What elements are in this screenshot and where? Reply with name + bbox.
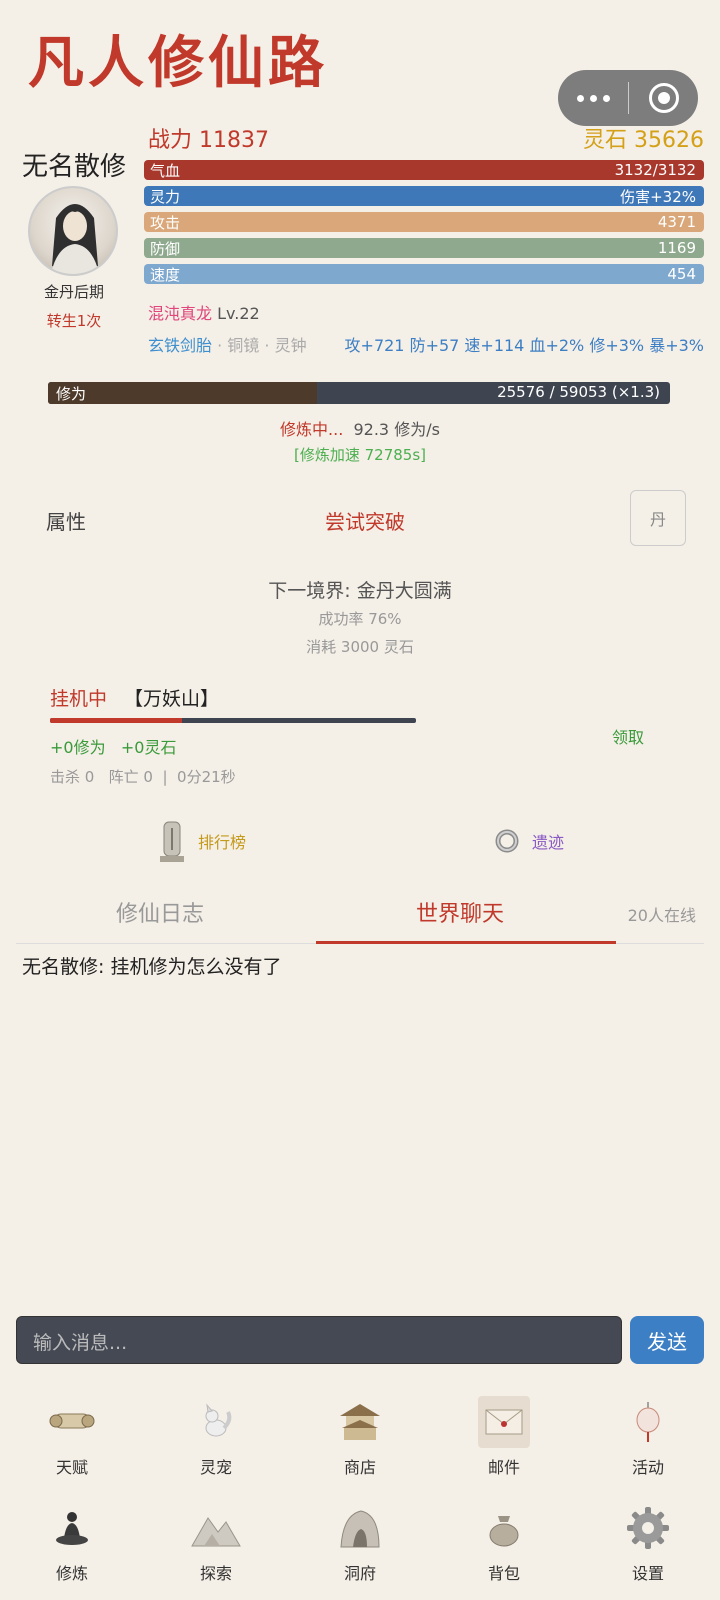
idle-gains: +0修为 +0灵石	[50, 734, 176, 758]
stat-value: 伤害+32%	[620, 187, 696, 206]
stat-value: 4371	[657, 213, 696, 231]
nav-label: 活动	[631, 1458, 664, 1477]
equipment-item: 玄铁剑胎	[148, 336, 213, 355]
stat-label: 速度	[150, 265, 181, 284]
cultivation-accel: [修炼加速 72785s]	[293, 446, 426, 464]
stat-bar-mana: 灵力 伤害+32%	[144, 186, 704, 206]
success-rate: 成功率 76%	[318, 610, 402, 628]
nav-shop[interactable]: 商店	[288, 1396, 432, 1478]
nav-label: 背包	[487, 1564, 520, 1583]
player-name: 无名散修	[21, 152, 126, 182]
cultivation-status: 修炼中... 92.3 修为/s	[0, 416, 720, 440]
equipment-item: 灵钟	[274, 336, 307, 355]
stat-bar-hp: 气血 3132/3132	[144, 160, 704, 180]
fox-icon	[190, 1396, 242, 1448]
stat-value: 3132/3132	[614, 161, 696, 179]
rebirth-count: 转生1次	[46, 312, 102, 330]
breakthrough-button[interactable]: 尝试突破	[0, 506, 720, 535]
ruins-link[interactable]: 遗迹	[494, 828, 564, 854]
cultivation-rate: 92.3 修为/s	[353, 420, 440, 439]
claim-button[interactable]: 领取	[612, 724, 644, 748]
idle-progress-fill	[50, 718, 182, 723]
ring-icon	[495, 829, 519, 853]
spirit-stones: 灵石 35626	[583, 128, 704, 153]
equipment-item: 铜镜	[227, 336, 260, 355]
cultivation-progress-fill	[48, 382, 318, 404]
nav-talent[interactable]: 天赋	[0, 1396, 144, 1478]
nav-label: 设置	[631, 1564, 664, 1583]
nav-label: 天赋	[55, 1458, 88, 1477]
send-button[interactable]: 发送	[630, 1316, 704, 1364]
pavilion-icon	[334, 1396, 386, 1448]
bag-icon	[478, 1502, 530, 1554]
nav-pet[interactable]: 灵宠	[144, 1396, 288, 1478]
miniprogram-capsule	[558, 70, 698, 126]
nav-settings[interactable]: 设置	[576, 1502, 720, 1584]
nav-mail[interactable]: 邮件	[432, 1396, 576, 1478]
scroll-icon	[46, 1396, 98, 1448]
stat-label: 灵力	[150, 187, 181, 206]
ranking-link[interactable]: 排行榜	[158, 818, 246, 864]
meditation-icon	[46, 1502, 98, 1554]
stat-label: 防御	[150, 239, 181, 258]
app-title: 凡人修仙路	[28, 30, 328, 96]
nav-label: 探索	[199, 1564, 232, 1583]
cultivation-value: 25576 / 59053 (×1.3)	[497, 383, 660, 401]
idle-progress-bar	[50, 718, 416, 723]
cave-icon	[334, 1502, 386, 1554]
stat-value: 454	[667, 265, 696, 283]
tab-bar: 修仙日志 世界聊天 20人在线	[16, 888, 704, 944]
nav-label: 灵宠	[199, 1458, 232, 1477]
tab-world-chat[interactable]: 世界聊天	[416, 896, 504, 928]
envelope-icon	[478, 1396, 530, 1448]
stat-value: 1169	[657, 239, 696, 257]
nav-label: 邮件	[487, 1458, 520, 1477]
tab-cultivation-log[interactable]: 修仙日志	[116, 896, 204, 928]
nav-explore[interactable]: 探索	[144, 1502, 288, 1584]
stat-bar-attack: 攻击 4371	[144, 212, 704, 232]
pet-level: Lv.22	[217, 304, 260, 323]
nav-label: 修炼	[55, 1564, 88, 1583]
idle-status: 挂机中	[50, 688, 108, 710]
equipment-bonus: 攻+721 防+57 速+114 血+2% 修+3% 暴+3%	[344, 336, 704, 355]
gear-icon	[622, 1502, 674, 1554]
chat-input[interactable]: 输入消息...	[16, 1316, 622, 1364]
nav-bag[interactable]: 背包	[432, 1502, 576, 1584]
online-count: 20人在线	[627, 906, 696, 925]
active-tab-indicator	[316, 941, 616, 944]
cultivation-progress-bar: 修为 25576 / 59053 (×1.3)	[48, 382, 670, 404]
combat-power: 战力 11837	[148, 128, 269, 153]
nav-cave[interactable]: 洞府	[288, 1502, 432, 1584]
pill-button[interactable]: 丹	[630, 490, 686, 546]
avatar[interactable]	[28, 186, 118, 276]
stat-bar-speed: 速度 454	[144, 264, 704, 284]
close-miniprogram-button[interactable]	[629, 83, 698, 113]
cultivation-state: 修炼中...	[280, 420, 344, 439]
nav-label: 商店	[343, 1458, 376, 1477]
next-realm: 下一境界: 金丹大圆满	[268, 580, 452, 602]
nav-label: 洞府	[343, 1564, 376, 1583]
pet-name: 混沌真龙	[148, 304, 213, 323]
stat-bar-defense: 防御 1169	[144, 238, 704, 258]
cultivation-label: 修为	[56, 385, 87, 403]
idle-gain-stones: +0灵石	[120, 738, 177, 757]
stat-label: 攻击	[150, 213, 181, 232]
nav-events[interactable]: 活动	[576, 1396, 720, 1478]
pet-info[interactable]: 混沌真龙 Lv.22	[148, 300, 260, 324]
equipment-list[interactable]: 玄铁剑胎 · 铜镜 · 灵钟	[148, 332, 307, 356]
realm-label: 金丹后期	[43, 283, 104, 301]
lantern-icon	[622, 1396, 674, 1448]
idle-stats: 击杀 0 阵亡 0 | 0分21秒	[50, 768, 236, 786]
ruins-label: 遗迹	[532, 833, 565, 852]
breakthrough-cost: 消耗 3000 灵石	[306, 638, 414, 656]
chat-message: 无名散修: 挂机修为怎么没有了	[22, 956, 282, 978]
mountain-icon	[190, 1502, 242, 1554]
stele-icon	[160, 821, 184, 862]
nav-cultivate[interactable]: 修炼	[0, 1502, 144, 1584]
more-menu-button[interactable]	[558, 94, 628, 102]
ranking-label: 排行榜	[198, 833, 247, 852]
idle-gain-cultivation: +0修为	[50, 738, 106, 757]
stat-label: 气血	[150, 161, 181, 180]
idle-map[interactable]: 【万妖山】	[124, 684, 219, 711]
